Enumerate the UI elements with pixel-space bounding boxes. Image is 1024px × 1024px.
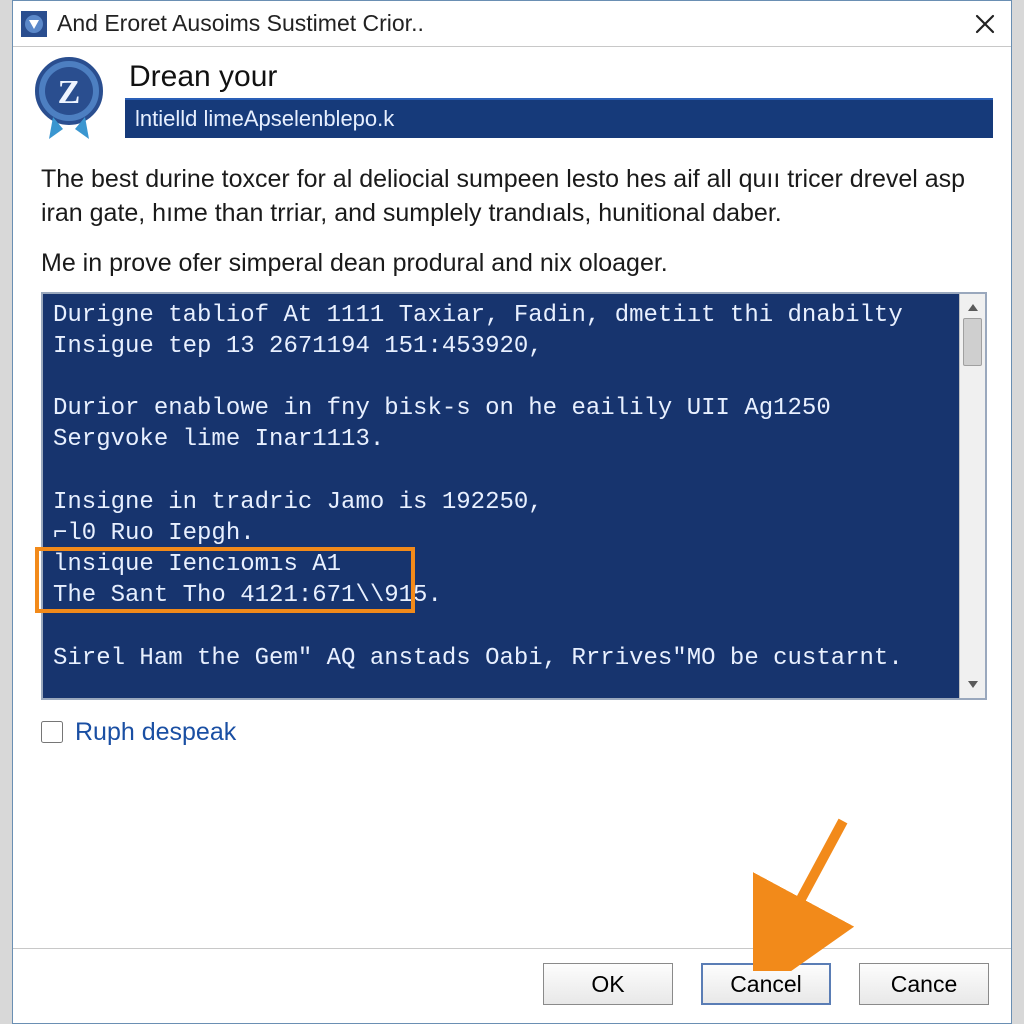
console-panel: Durigne tabliof At 1111 Taxiar, Fadin, d…	[41, 292, 987, 700]
console-output: Durigne tabliof At 1111 Taxiar, Fadin, d…	[43, 294, 959, 698]
dialog-window: And Eroret Ausoims Sustimet Crior.. Z Dr…	[12, 0, 1012, 1024]
badge-icon: Z	[31, 57, 107, 141]
scroll-down-icon[interactable]	[964, 676, 982, 694]
cance-button[interactable]: Cance	[859, 963, 989, 1005]
header-title: Drean your	[125, 60, 993, 94]
scroll-up-icon[interactable]	[964, 298, 982, 316]
header-texts: Drean your lntielld limeApselenblepo.k	[125, 60, 993, 138]
titlebar: And Eroret Ausoims Sustimet Crior..	[13, 1, 1011, 47]
ruph-checkbox[interactable]	[41, 721, 63, 743]
description-2: Me in prove ofer simperal dean produral …	[41, 249, 987, 278]
ok-button[interactable]: OK	[543, 963, 673, 1005]
checkbox-row: Ruph despeak	[41, 718, 987, 747]
dialog-footer: OK Cancel Cance	[13, 948, 1011, 1023]
dialog-body: The best durine toxcer for al deliocial …	[13, 141, 1011, 948]
svg-text:Z: Z	[58, 74, 81, 111]
scrollbar[interactable]	[959, 294, 985, 698]
scroll-track[interactable]	[960, 316, 985, 676]
app-icon	[21, 11, 47, 37]
cancel-button[interactable]: Cancel	[701, 963, 831, 1005]
dialog-header: Z Drean your lntielld limeApselenblepo.k	[13, 47, 1011, 141]
header-subtitle: lntielld limeApselenblepo.k	[125, 98, 993, 138]
close-button[interactable]	[965, 4, 1005, 44]
window-title: And Eroret Ausoims Sustimet Crior..	[57, 10, 955, 37]
checkbox-label[interactable]: Ruph despeak	[75, 718, 236, 747]
description-1: The best durine toxcer for al deliocial …	[41, 163, 987, 231]
scroll-thumb[interactable]	[963, 318, 982, 366]
